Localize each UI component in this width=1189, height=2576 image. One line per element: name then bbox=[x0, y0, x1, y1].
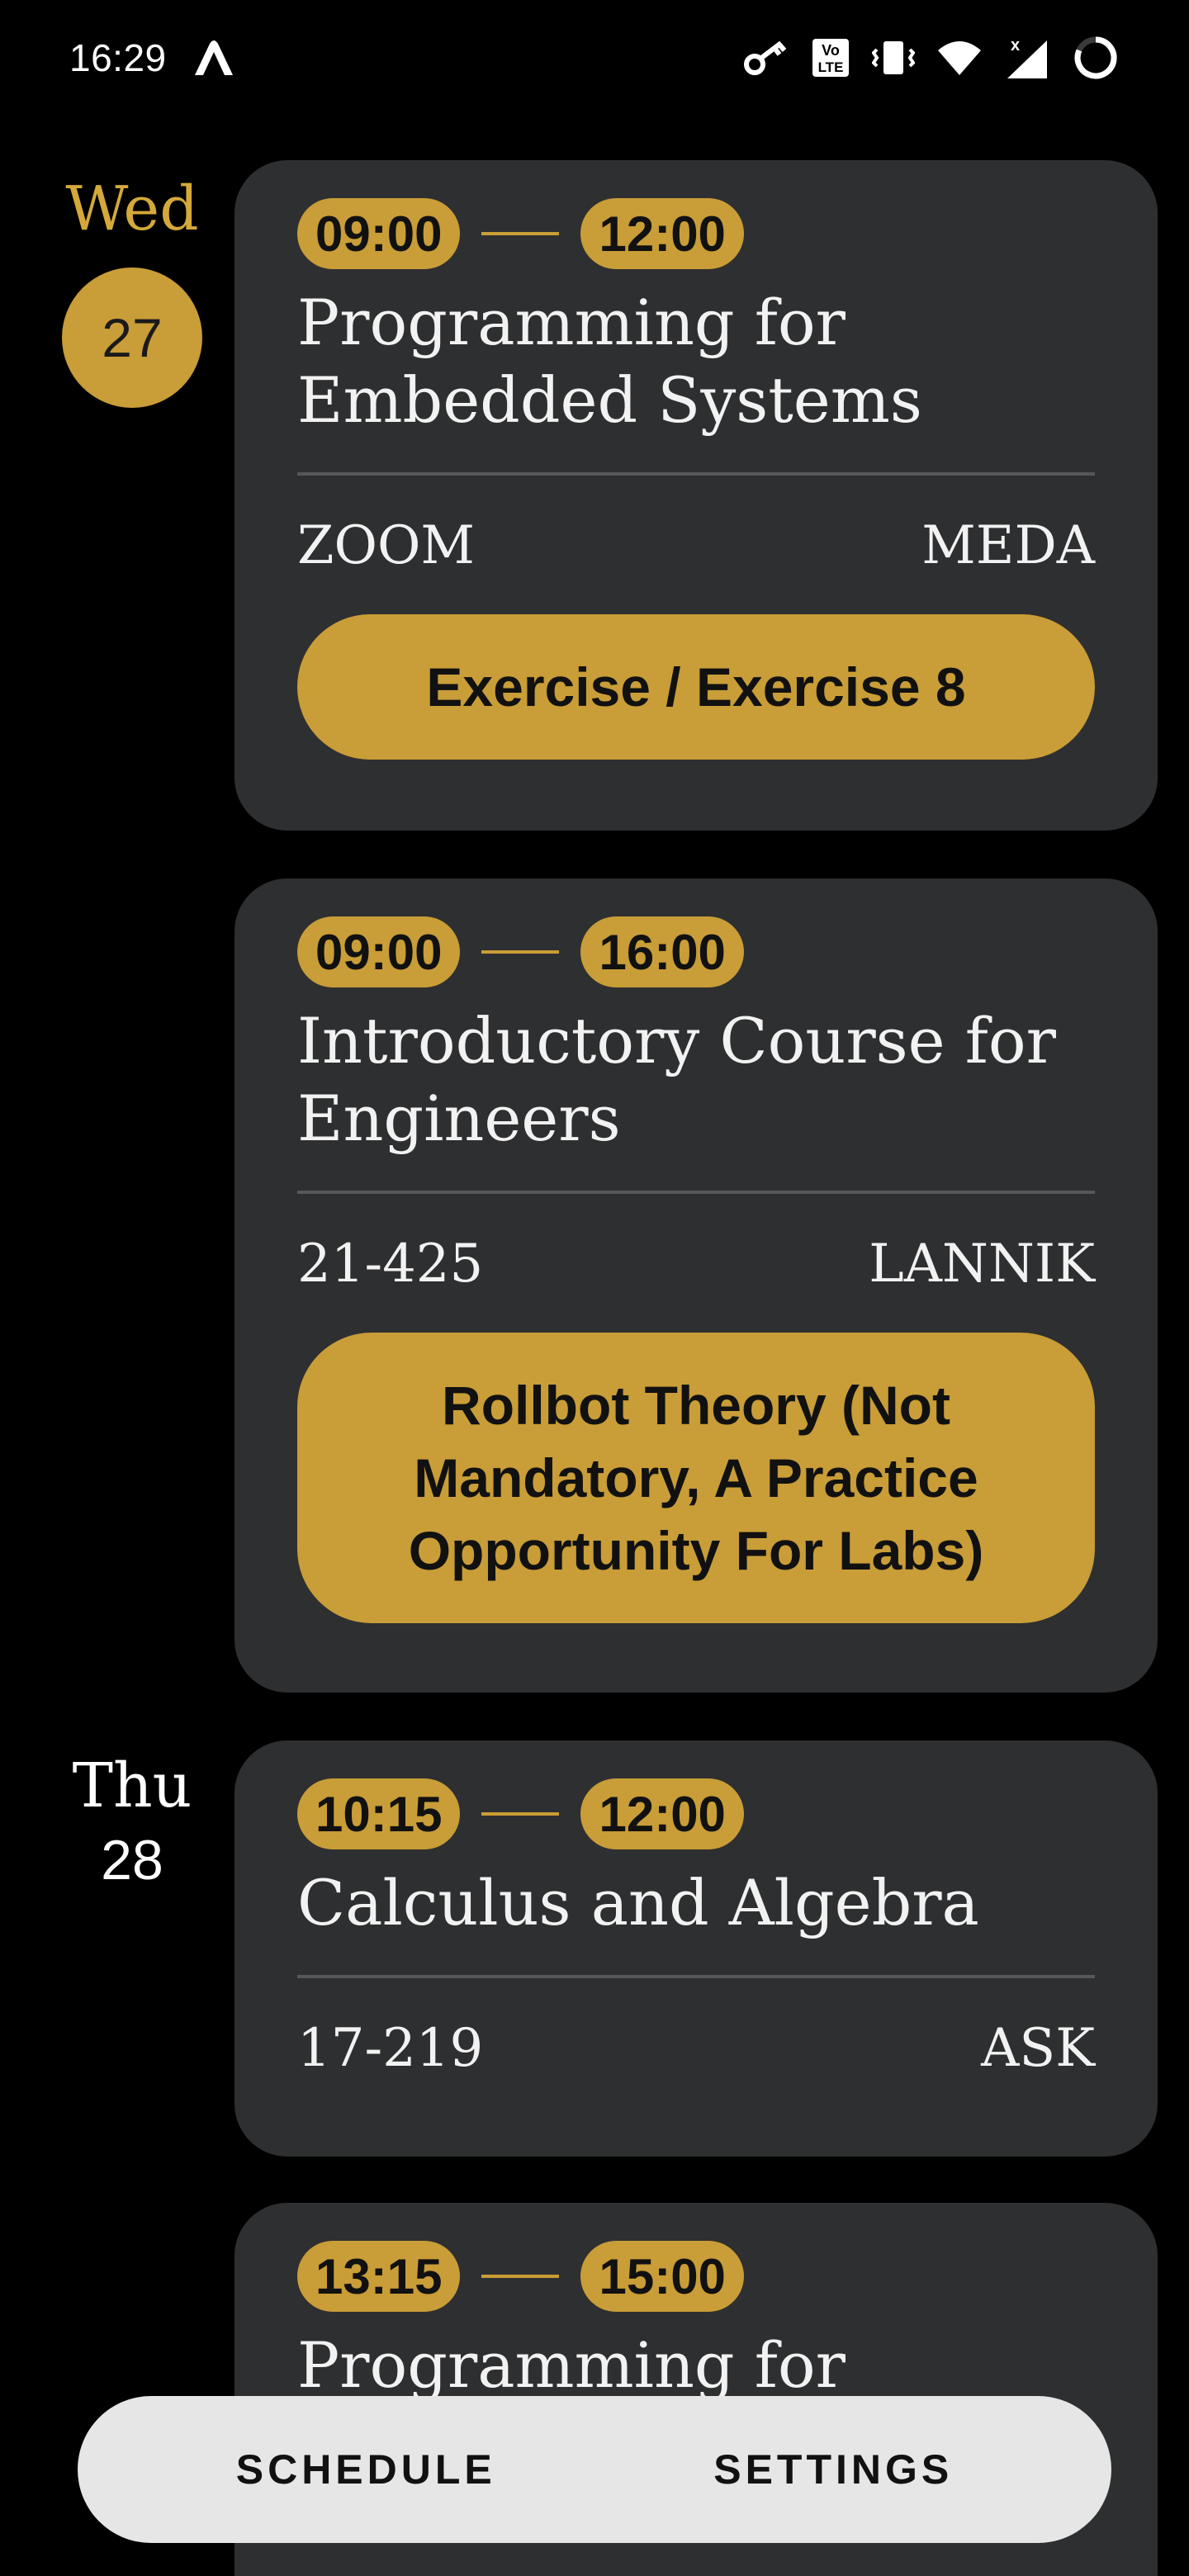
time-row: 09:00 16:00 bbox=[297, 916, 1095, 987]
volte-icon: Vo LTE bbox=[811, 37, 850, 78]
course-title: Introductory Course for Engineers bbox=[297, 1004, 1057, 1155]
day-label-thu: Thu 28 bbox=[50, 1750, 215, 1892]
divider bbox=[297, 472, 1095, 476]
nav-settings[interactable]: SETTINGS bbox=[680, 2429, 986, 2510]
meta-row: 17-219 ASK bbox=[297, 2011, 1095, 2086]
day-label-wed: Wed 27 bbox=[50, 173, 215, 408]
event-card[interactable]: 10:15 12:00 Calculus and Algebra 17-219 … bbox=[234, 1740, 1158, 2157]
time-dash bbox=[481, 950, 560, 954]
vibrate-icon bbox=[872, 38, 915, 78]
location: 21-425 bbox=[297, 1234, 484, 1295]
svg-text:LTE: LTE bbox=[818, 59, 844, 75]
meta-row: 21-425 LANNIK bbox=[297, 1227, 1095, 1301]
time-row: 09:00 12:00 bbox=[297, 198, 1095, 269]
start-time: 13:15 bbox=[297, 2241, 461, 2312]
teacher: ASK bbox=[981, 2018, 1095, 2079]
nav-schedule[interactable]: SCHEDULE bbox=[203, 2429, 529, 2510]
app-notification-icon bbox=[192, 39, 236, 77]
day-name: Wed bbox=[65, 173, 199, 244]
status-time: 16:29 bbox=[69, 36, 167, 79]
end-time: 16:00 bbox=[580, 916, 744, 987]
wifi-icon bbox=[936, 39, 983, 77]
battery-icon bbox=[1072, 34, 1120, 82]
vpn-key-icon bbox=[743, 40, 789, 76]
day-number-badge: 27 bbox=[62, 268, 202, 408]
day-name: Thu bbox=[72, 1750, 192, 1821]
course-title: Calculus and Algebra bbox=[297, 1866, 979, 1939]
end-time: 12:00 bbox=[580, 1778, 744, 1849]
start-time: 10:15 bbox=[297, 1778, 461, 1849]
divider bbox=[297, 1975, 1095, 1978]
bottom-navigation: SCHEDULE SETTINGS bbox=[78, 2396, 1111, 2543]
time-dash bbox=[481, 2275, 560, 2278]
divider bbox=[297, 1191, 1095, 1194]
teacher: MEDA bbox=[921, 515, 1095, 576]
day-number: 28 bbox=[101, 1829, 163, 1892]
course-title: Programming for Embedded Systems bbox=[297, 286, 922, 437]
time-row: 13:15 15:00 bbox=[297, 2241, 1095, 2312]
start-time: 09:00 bbox=[297, 198, 461, 269]
time-dash bbox=[481, 232, 560, 235]
event-type-button[interactable]: Rollbot Theory (Not Mandatory, A Practic… bbox=[297, 1333, 1095, 1623]
teacher: LANNIK bbox=[869, 1234, 1095, 1295]
status-bar: 16:29 Vo LTE x bbox=[0, 0, 1189, 116]
course-title: Programming for bbox=[297, 2328, 846, 2402]
signal-icon: x bbox=[1004, 36, 1050, 80]
svg-text:Vo: Vo bbox=[822, 42, 840, 59]
event-card[interactable]: 09:00 16:00 Introductory Course for Engi… bbox=[234, 878, 1158, 1693]
status-icons: Vo LTE x bbox=[743, 34, 1120, 82]
svg-text:x: x bbox=[1011, 36, 1020, 54]
event-card[interactable]: 09:00 12:00 Programming for Embedded Sys… bbox=[234, 160, 1158, 831]
location: ZOOM bbox=[297, 515, 475, 576]
time-dash bbox=[481, 1812, 560, 1816]
end-time: 15:00 bbox=[580, 2241, 744, 2312]
meta-row: ZOOM MEDA bbox=[297, 509, 1095, 583]
end-time: 12:00 bbox=[580, 198, 744, 269]
event-type-button[interactable]: Exercise / Exercise 8 bbox=[297, 614, 1095, 760]
start-time: 09:00 bbox=[297, 916, 461, 987]
location: 17-219 bbox=[297, 2018, 484, 2079]
time-row: 10:15 12:00 bbox=[297, 1778, 1095, 1849]
